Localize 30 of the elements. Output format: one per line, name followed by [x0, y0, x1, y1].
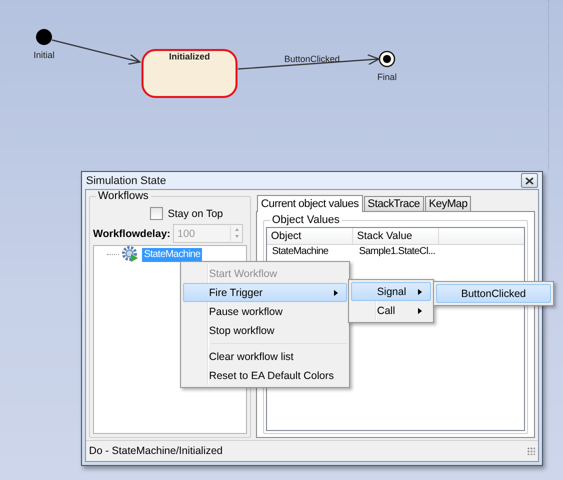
- node-label: Final: [377, 72, 397, 82]
- menu-item[interactable]: Pause workflow: [183, 302, 347, 321]
- stay-on-top-checkbox[interactable]: Stay on Top: [150, 207, 223, 220]
- initial-node: [36, 29, 52, 45]
- menu-item[interactable]: ButtonClicked: [436, 284, 551, 303]
- node-label: Initialized: [169, 52, 210, 62]
- close-icon: [525, 176, 534, 184]
- column-header[interactable]: Stack Value: [353, 228, 439, 244]
- final-node: [378, 50, 396, 68]
- window-title: Simulation State: [86, 174, 166, 186]
- resize-grip-icon: [527, 447, 535, 455]
- delay-label: Workflowdelay:: [93, 228, 170, 240]
- table-cell-text: Sample1.StateCl...: [358, 246, 436, 258]
- tab[interactable]: Current object values: [257, 195, 363, 212]
- menu-item[interactable]: Fire Trigger: [183, 283, 347, 302]
- menu-item[interactable]: Reset to EA Default Colors: [183, 366, 347, 385]
- status-text: Do - StateMachine/Initialized: [89, 445, 223, 457]
- menu-item[interactable]: Clear workflow list: [183, 347, 347, 366]
- menu-item[interactable]: Call: [351, 301, 431, 320]
- table-cell-text: StateMachine: [271, 246, 330, 258]
- tab[interactable]: KeyMap: [424, 196, 472, 211]
- tab[interactable]: StackTrace: [364, 196, 424, 211]
- menu-item[interactable]: Signal: [351, 282, 431, 301]
- close-button[interactable]: [521, 173, 538, 188]
- gear-play-icon: [122, 246, 139, 263]
- column-header[interactable]: Object: [267, 228, 353, 244]
- node-label: Initial: [34, 50, 54, 60]
- group-title: Object Values: [270, 214, 342, 227]
- menu-item[interactable]: Stop workflow: [183, 321, 347, 340]
- transition-label: ButtonClicked: [284, 54, 340, 64]
